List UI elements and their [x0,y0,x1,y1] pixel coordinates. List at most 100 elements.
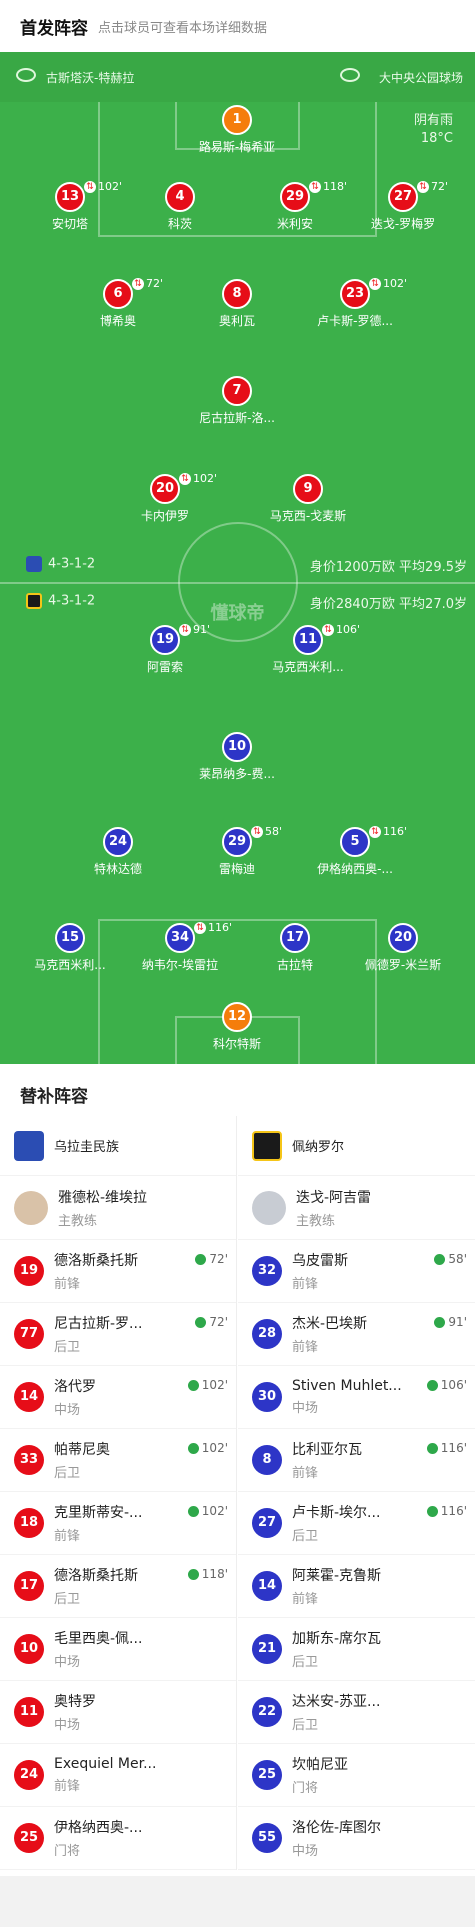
sub-player-row[interactable]: 8 比利亚尔瓦 前锋 116' [238,1429,475,1492]
sub-player-row[interactable]: 27 卢卡斯-埃尔... 后卫 116' [238,1492,475,1555]
player-marker[interactable]: 13 安切塔 ⇅ 102' [10,180,130,232]
away-coach[interactable]: 迭戈-阿吉雷 主教练 [238,1176,475,1240]
player-marker[interactable]: 27 迭戈-罗梅罗 ⇅ 72' [343,180,463,232]
team-logo-icon [14,1130,44,1161]
player-number: 13 [55,182,85,212]
player-name: 洛代罗 [54,1379,96,1395]
away-team-row[interactable]: 佩纳罗尔 [238,1116,475,1176]
player-marker[interactable]: 19 阿雷索 ⇅ 91' [105,623,225,675]
sub-player-row[interactable]: 17 德洛斯桑托斯 后卫 118' [0,1555,236,1618]
player-marker[interactable]: 34 纳韦尔-埃雷拉 ⇅ 116' [120,921,240,973]
sub-player-row[interactable]: 55 洛伦佐-库图尔 中场 [238,1807,475,1870]
player-position: 后卫 [54,1592,81,1607]
player-number: 27 [388,182,418,212]
sub-player-row[interactable]: 25 坎帕尼亚 门将 [238,1744,475,1807]
player-number: 11 [14,1697,44,1727]
player-name: 卡内伊罗 [140,509,189,523]
player-marker[interactable]: 10莱昂纳多-费...⇅ [177,732,297,782]
halfway-line [0,582,475,584]
player-marker[interactable]: 29 米利安 ⇅ 118' [235,180,355,232]
home-coach[interactable]: 雅德松-维埃拉 主教练 [0,1176,236,1240]
player-number: 8 [252,1445,282,1475]
player-marker[interactable]: 29 雷梅迪 ⇅ 58' [177,825,297,877]
player-event: ⇅ 58' [251,825,282,838]
player-marker[interactable]: 15马克西米利...⇅ [10,923,130,973]
player-number: 11 [293,625,323,655]
home-formation: 4-3-1-2 [26,556,95,572]
coach-avatar [14,1190,48,1225]
player-number: 18 [14,1508,44,1538]
sub-player-row[interactable]: 77 尼古拉斯-罗... 后卫 72' [0,1303,236,1366]
player-number: 20 [150,474,180,504]
sub-in-icon [426,1442,438,1454]
player-number: 14 [14,1382,44,1412]
player-event: ⇅ 102' [369,277,407,290]
player-marker[interactable]: 4科茨⇅ [120,182,240,232]
player-marker[interactable]: 8奥利瓦⇅ [177,279,297,329]
sub-player-row[interactable]: 19 德洛斯桑托斯 前锋 72' [0,1240,236,1303]
venue-bar: 古斯塔沃-特赫拉 大中央公园球场 [0,52,475,102]
sub-player-row[interactable]: 30 Stiven Muhlet... 中场 106' [238,1366,475,1429]
player-marker[interactable]: 17古拉特⇅ [235,923,355,973]
player-position: 门将 [292,1781,319,1796]
sub-player-row[interactable]: 14 阿莱霍-克鲁斯 前锋 [238,1555,475,1618]
player-marker[interactable]: 20 卡内伊罗 ⇅ 102' [105,472,225,524]
player-name: 比利亚尔瓦 [292,1442,362,1458]
coach-role: 主教练 [296,1213,336,1229]
player-position: 前锋 [54,1277,81,1292]
sub-in-icon [434,1253,446,1265]
away-value: 身价2840万欧 平均27.0岁 [309,597,467,612]
team-logo-icon [252,1130,282,1161]
sub-player-row[interactable]: 25 伊格纳西奥-... 门将 [0,1807,236,1870]
player-position: 后卫 [54,1340,81,1355]
sub-time: 72' [195,1315,228,1329]
player-event: ⇅ 116' [369,825,407,838]
sub-player-row[interactable]: 11 奥特罗 中场 [0,1681,236,1744]
player-position: 中场 [292,1844,319,1859]
player-marker[interactable]: 11 马克西米利... ⇅ 106' [248,623,368,675]
coach-name: 雅德松-维埃拉 [58,1189,148,1206]
player-marker[interactable]: 6 博希奥 ⇅ 72' [58,277,178,329]
substitution-icon: ⇅ [251,825,263,838]
player-marker[interactable]: 9马克西-戈麦斯⇅ [248,474,368,524]
player-number: 14 [252,1571,282,1601]
footer-spacer [0,1876,475,1927]
player-position: 后卫 [292,1718,319,1733]
sub-player-row[interactable]: 33 帕蒂尼奥 后卫 102' [0,1429,236,1492]
player-marker[interactable]: 23 卢卡斯-罗德... ⇅ 102' [295,277,415,329]
weather-condition: 阴有雨 [413,113,453,128]
player-number: 8 [222,279,252,309]
player-number: 19 [14,1256,44,1286]
sub-player-row[interactable]: 21 加斯东-席尔瓦 后卫 [238,1618,475,1681]
player-marker[interactable]: 7尼古拉斯-洛...⇅ [177,376,297,426]
sub-player-row[interactable]: 18 克里斯蒂安-... 前锋 102' [0,1492,236,1555]
player-name: 科茨 [167,217,192,231]
sub-player-row[interactable]: 28 杰米-巴埃斯 前锋 91' [238,1303,475,1366]
player-number: 25 [252,1760,282,1790]
sub-player-row[interactable]: 10 毛里西奥-佩... 中场 [0,1618,236,1681]
coach-name: 迭戈-阿吉雷 [296,1189,372,1206]
sub-player-row[interactable]: 32 乌皮雷斯 前锋 58' [238,1240,475,1303]
home-team-row[interactable]: 乌拉圭民族 [0,1116,236,1176]
player-event: ⇅ 118' [309,180,347,193]
home-value: 身价1200万欧 平均29.5岁 [309,560,467,575]
sub-in-icon [426,1505,438,1517]
sub-player-row[interactable]: 14 洛代罗 中场 102' [0,1366,236,1429]
sub-player-row[interactable]: 24 Exequiel Mer... 前锋 [0,1744,236,1807]
player-marker[interactable]: 5 伊格纳西奥-... ⇅ 116' [295,825,415,877]
subs-title: 替补阵容 [20,1087,88,1107]
sub-in-icon [187,1568,199,1580]
sub-in-icon [187,1442,199,1454]
player-marker[interactable]: 20佩德罗-米兰斯⇅ [343,923,463,973]
player-event: ⇅ 72' [132,277,163,290]
player-number: 22 [252,1697,282,1727]
player-position: 前锋 [292,1340,319,1355]
player-number: 21 [252,1634,282,1664]
player-marker[interactable]: 24特林达德⇅ [58,827,178,877]
substitution-icon: ⇅ [417,180,429,193]
player-marker[interactable]: 12科尔特斯⇅ [177,1002,297,1052]
player-event: ⇅ 91' [179,623,210,636]
sub-player-row[interactable]: 22 达米安-苏亚... 后卫 [238,1681,475,1744]
player-marker[interactable]: 1路易斯-梅希亚⇅ [177,105,297,155]
player-number: 10 [14,1634,44,1664]
